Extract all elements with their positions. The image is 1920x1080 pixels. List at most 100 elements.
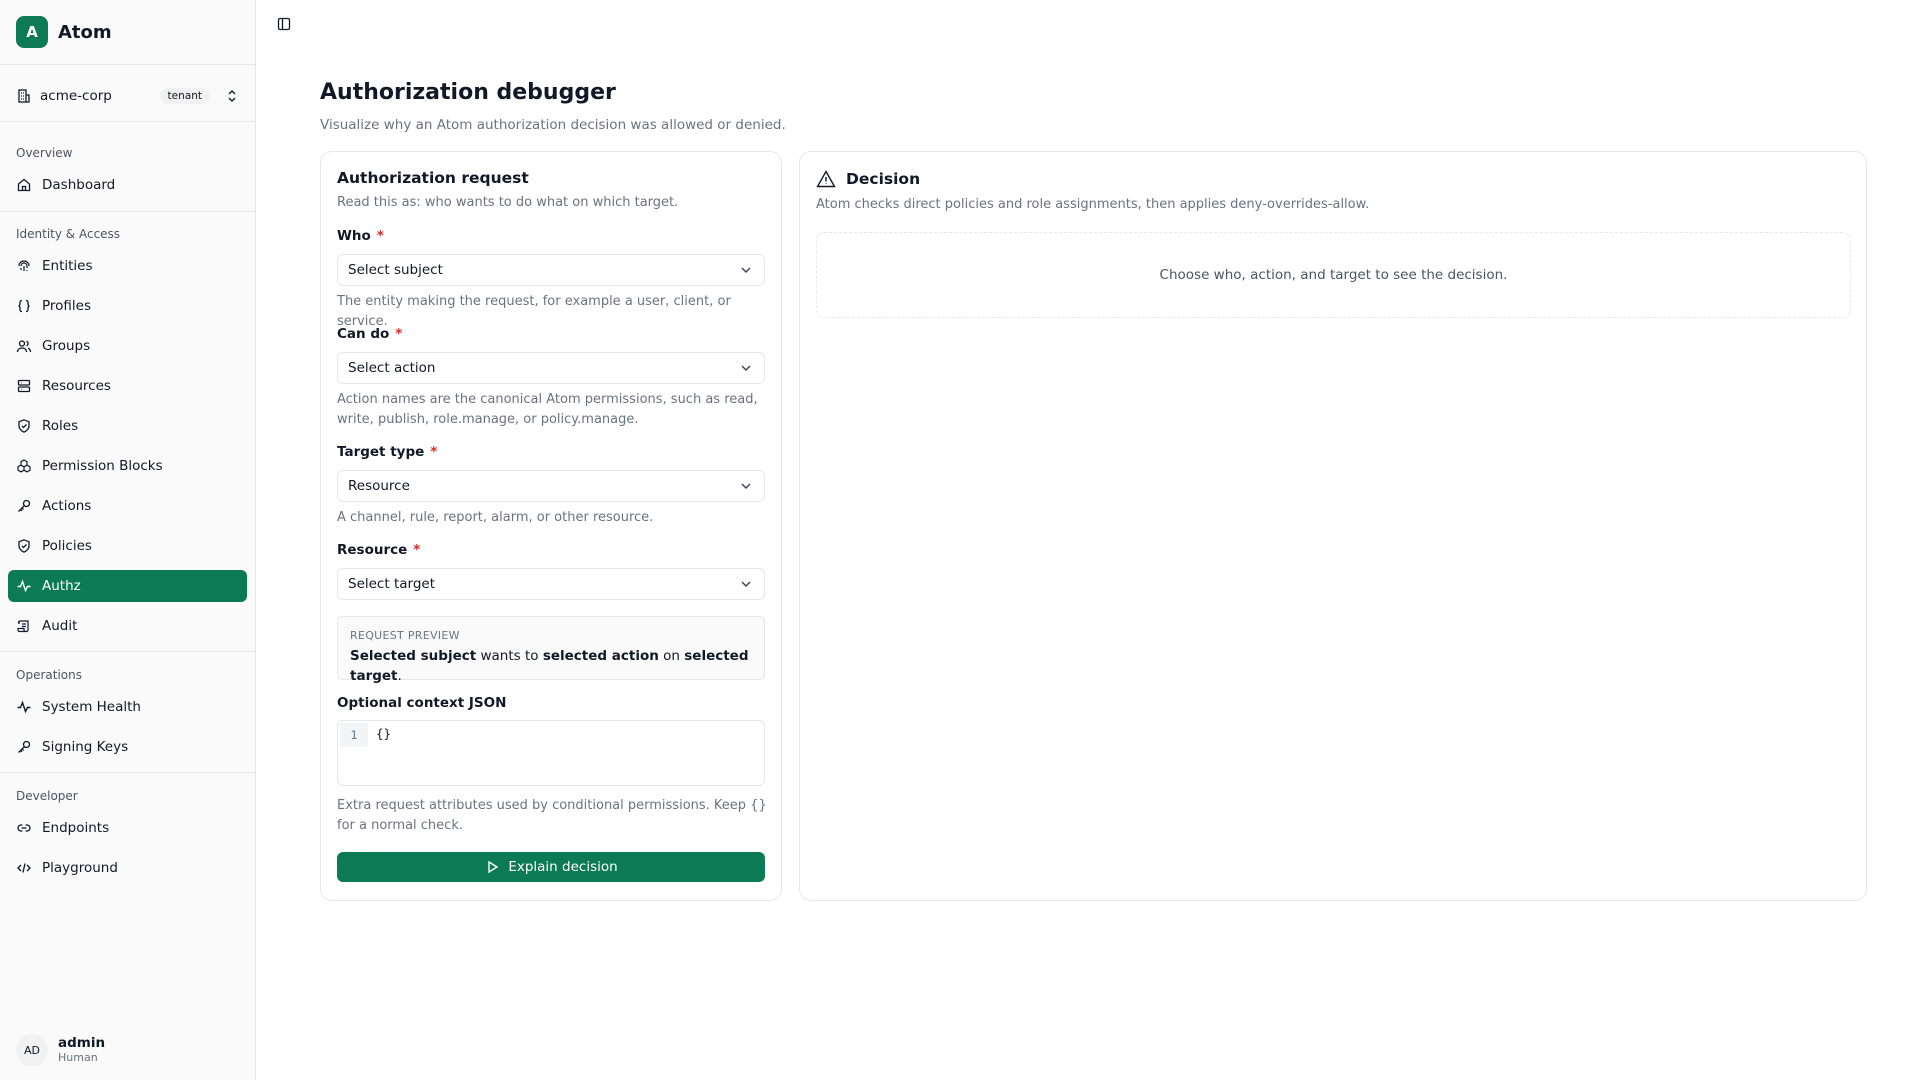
sidebar-divider <box>0 64 256 65</box>
activity-icon <box>16 578 32 594</box>
context-label: Optional context JSON <box>337 695 507 711</box>
page-title: Authorization debugger <box>320 80 616 105</box>
decision-card: Decision Atom checks direct policies and… <box>799 151 1867 901</box>
target-type-select[interactable]: Resource <box>337 470 765 502</box>
brand[interactable]: A Atom <box>16 16 112 48</box>
nav-group-developer: Developer <box>16 789 78 803</box>
nav-group-identity-access: Identity & Access <box>16 227 121 241</box>
sidebar-item-endpoints[interactable]: Endpoints <box>8 812 247 844</box>
user-menu[interactable]: AD admin Human <box>16 1032 105 1068</box>
card-title: Authorization request <box>337 169 529 187</box>
can-do-help: Action names are the canonical Atom perm… <box>337 392 758 427</box>
line-number: 1 <box>340 723 368 747</box>
sidebar-item-label: Profiles <box>42 298 92 314</box>
action-select[interactable]: Select action <box>337 352 765 384</box>
tenant-switcher[interactable]: acme-corp tenant <box>16 84 240 108</box>
explain-decision-button[interactable]: Explain decision <box>337 852 765 882</box>
tenant-name: acme-corp <box>40 88 112 104</box>
avatar: AD <box>16 1034 48 1066</box>
request-preview-text: Selected subject wants to selected actio… <box>350 648 749 684</box>
required-asterisk: * <box>413 542 421 558</box>
sidebar-item-policies[interactable]: Policies <box>8 530 247 562</box>
sidebar-item-label: Endpoints <box>42 820 110 836</box>
sidebar-divider <box>0 651 256 652</box>
nav-group-overview: Overview <box>16 146 73 160</box>
fingerprint-icon <box>16 258 32 274</box>
user-name: admin <box>58 1035 106 1051</box>
chevrons-up-down-icon <box>224 88 240 104</box>
sidebar-item-entities[interactable]: Entities <box>8 250 247 282</box>
braces-icon <box>16 298 32 314</box>
sidebar-item-profiles[interactable]: Profiles <box>8 290 247 322</box>
target-type-label: Target type * <box>337 444 438 460</box>
sidebar-item-label: System Health <box>42 699 141 715</box>
app-name: Atom <box>58 21 112 43</box>
users-icon <box>16 338 32 354</box>
shield-icon <box>16 418 32 434</box>
sidebar-item-signing-keys[interactable]: Signing Keys <box>8 731 247 763</box>
sidebar-item-label: Signing Keys <box>42 739 129 755</box>
context-help: Extra request attributes used by conditi… <box>337 798 767 833</box>
code-icon <box>16 860 32 876</box>
sidebar-item-label: Policies <box>42 538 92 554</box>
sidebar-item-label: Resources <box>42 378 111 394</box>
sidebar-divider <box>0 211 256 212</box>
sidebar-item-label: Entities <box>42 258 93 274</box>
chevron-down-icon <box>738 576 754 592</box>
sidebar-item-roles[interactable]: Roles <box>8 410 247 442</box>
home-icon <box>16 177 32 193</box>
page-subtitle: Visualize why an Atom authorization deci… <box>320 117 786 133</box>
select-value: Resource <box>348 478 410 494</box>
blocks-icon <box>16 458 32 474</box>
chevron-down-icon <box>738 360 754 376</box>
sidebar-toggle-button[interactable] <box>274 14 294 34</box>
sidebar-item-playground[interactable]: Playground <box>8 852 247 884</box>
request-preview-label: REQUEST PREVIEW <box>350 629 460 642</box>
request-preview: REQUEST PREVIEW Selected subject wants t… <box>337 616 765 684</box>
chevron-down-icon <box>738 478 754 494</box>
select-value: Select target <box>348 576 435 592</box>
sidebar-item-label: Dashboard <box>42 177 116 193</box>
decision-empty-state: Choose who, action, and target to see th… <box>816 232 1851 318</box>
panel-left-icon <box>276 16 292 32</box>
who-select[interactable]: Select subject <box>337 254 765 286</box>
sidebar-divider <box>0 121 256 122</box>
card-description: Read this as: who wants to do what on wh… <box>337 195 679 210</box>
sidebar-item-audit[interactable]: Audit <box>8 610 247 642</box>
building-icon <box>16 88 32 104</box>
sidebar-item-actions[interactable]: Actions <box>8 490 247 522</box>
sidebar-item-label: Playground <box>42 860 118 876</box>
sidebar-item-system-health[interactable]: System Health <box>8 691 247 723</box>
alert-triangle-icon <box>816 169 836 189</box>
context-json-editor[interactable]: 1 {} <box>337 720 765 786</box>
user-role: Human <box>58 1051 98 1064</box>
resource-label: Resource * <box>337 542 421 558</box>
link-icon <box>16 820 32 836</box>
sidebar-item-label: Audit <box>42 618 78 634</box>
sidebar-item-permission-blocks[interactable]: Permission Blocks <box>8 450 247 482</box>
required-asterisk: * <box>376 228 384 244</box>
activity-icon <box>16 699 32 715</box>
nav-group-operations: Operations <box>16 668 82 682</box>
play-icon <box>484 859 500 875</box>
sidebar-item-label: Permission Blocks <box>42 458 163 474</box>
sidebar-item-dashboard[interactable]: Dashboard <box>8 169 247 201</box>
can-do-label: Can do * <box>337 326 403 342</box>
sidebar-item-authz[interactable]: Authz <box>8 570 247 602</box>
sidebar-item-groups[interactable]: Groups <box>8 330 247 362</box>
chevron-down-icon <box>738 262 754 278</box>
server-icon <box>16 378 32 394</box>
sidebar-item-resources[interactable]: Resources <box>8 370 247 402</box>
resource-select[interactable]: Select target <box>337 568 765 600</box>
sidebar-item-label: Groups <box>42 338 91 354</box>
select-value: Select action <box>348 360 436 376</box>
required-asterisk: * <box>430 444 438 460</box>
shield-icon <box>16 538 32 554</box>
explain-decision-label: Explain decision <box>508 859 618 875</box>
app-logo: A <box>16 16 48 48</box>
context-json-value: {} <box>376 726 392 741</box>
target-type-help: A channel, rule, report, alarm, or other… <box>337 510 654 525</box>
sidebar-item-label: Roles <box>42 418 79 434</box>
key-icon <box>16 498 32 514</box>
sidebar: A Atom acme-corp tenant Overview Dashboa… <box>0 0 256 1080</box>
